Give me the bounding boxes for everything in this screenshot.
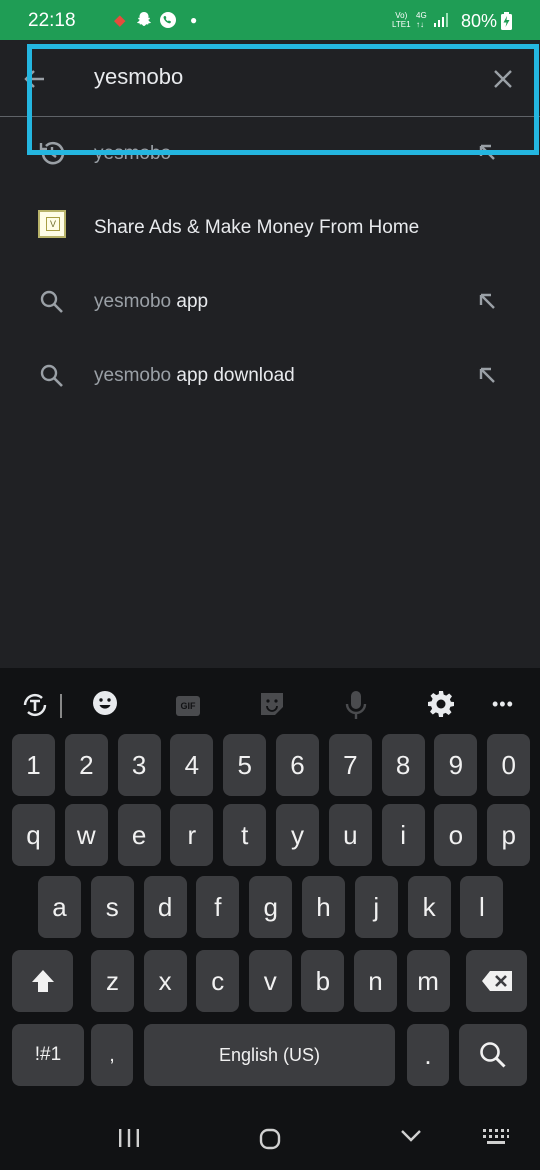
key-5[interactable]: 5 <box>223 734 267 796</box>
space-key[interactable]: English (US) <box>144 1024 395 1086</box>
key-2[interactable]: 2 <box>64 734 108 796</box>
key-s[interactable]: s <box>90 876 134 938</box>
microphone-icon[interactable] <box>345 690 367 725</box>
key-t[interactable]: t <box>223 804 267 866</box>
key-o[interactable]: o <box>434 804 478 866</box>
key-0[interactable]: 0 <box>487 734 531 796</box>
key-f[interactable]: f <box>196 876 240 938</box>
key-z[interactable]: z <box>91 950 134 1012</box>
settings-gear-icon[interactable] <box>427 690 455 723</box>
app-thumbnail-icon: V <box>38 210 66 238</box>
key-i[interactable]: i <box>381 804 425 866</box>
key-c[interactable]: c <box>196 950 240 1012</box>
battery-percent: 80% <box>461 11 498 31</box>
search-icon <box>38 288 66 316</box>
key-j[interactable]: j <box>354 876 398 938</box>
app-notification-icon: ◆ <box>114 12 126 29</box>
translate-icon[interactable] <box>20 690 50 725</box>
suggestion-app-item[interactable]: V Share Ads & Make Money From Home <box>0 190 540 264</box>
symbols-key[interactable]: !#1 <box>12 1024 84 1086</box>
key-h[interactable]: h <box>302 876 345 938</box>
search-key[interactable] <box>459 1024 527 1086</box>
key-3[interactable]: 3 <box>117 734 161 796</box>
highlight-box <box>27 44 539 155</box>
status-bar: 22:18 ◆ ● Vo) LTE1 4G ↑↓ 80% <box>0 0 540 40</box>
emoji-icon[interactable] <box>92 690 118 721</box>
key-a[interactable]: a <box>38 876 81 938</box>
key-4[interactable]: 4 <box>170 734 214 796</box>
toolbar-divider <box>60 694 62 718</box>
key-6[interactable]: 6 <box>276 734 319 796</box>
search-icon <box>38 362 66 390</box>
suggestion-search-item[interactable]: yesmobo app download <box>0 338 540 412</box>
snapchat-icon <box>136 11 152 31</box>
key-x[interactable]: x <box>143 950 187 1012</box>
suggestion-text: yesmobo app <box>94 291 209 312</box>
key-7[interactable]: 7 <box>328 734 372 796</box>
key-p[interactable]: p <box>487 804 531 866</box>
signal-icon <box>434 13 452 32</box>
key-d[interactable]: d <box>143 876 187 938</box>
fill-query-arrow-icon[interactable] <box>474 288 500 314</box>
comma-key[interactable]: , <box>91 1024 133 1086</box>
key-9[interactable]: 9 <box>434 734 478 796</box>
key-b[interactable]: b <box>301 950 345 1012</box>
home-icon[interactable] <box>259 1128 281 1155</box>
hide-keyboard-icon[interactable] <box>400 1128 422 1149</box>
key-y[interactable]: y <box>276 804 319 866</box>
battery-charging-icon <box>501 12 512 35</box>
navigation-bar <box>0 1106 540 1170</box>
key-k[interactable]: k <box>407 876 451 938</box>
more-notifications-dot: ● <box>190 13 198 27</box>
gif-icon[interactable]: GIF <box>176 696 200 716</box>
keyboard-switch-icon[interactable] <box>482 1128 510 1151</box>
more-options-icon[interactable]: ••• <box>492 694 514 715</box>
key-l[interactable]: l <box>460 876 504 938</box>
key-n[interactable]: n <box>354 950 397 1012</box>
key-8[interactable]: 8 <box>381 734 425 796</box>
backspace-key[interactable] <box>466 950 527 1012</box>
key-e[interactable]: e <box>117 804 161 866</box>
key-w[interactable]: w <box>64 804 108 866</box>
key-m[interactable]: m <box>406 950 450 1012</box>
key-g[interactable]: g <box>249 876 293 938</box>
key-q[interactable]: q <box>12 804 55 866</box>
fill-query-arrow-icon[interactable] <box>474 362 500 388</box>
recent-apps-icon[interactable] <box>118 1128 140 1153</box>
whatsapp-icon <box>159 11 177 33</box>
sticker-icon[interactable] <box>258 690 286 723</box>
keyboard: GIF ••• 1234567890 qwertyuiop asdfghjkl … <box>0 668 540 1170</box>
period-key[interactable]: . <box>407 1024 449 1086</box>
keyboard-toolbar: GIF ••• <box>0 668 540 744</box>
key-1[interactable]: 1 <box>12 734 55 796</box>
key-r[interactable]: r <box>170 804 214 866</box>
key-u[interactable]: u <box>328 804 372 866</box>
key-v[interactable]: v <box>248 950 292 1012</box>
volte-indicator: Vo) LTE1 <box>392 11 411 29</box>
network-type-indicator: 4G ↑↓ <box>416 11 427 29</box>
suggestion-search-item[interactable]: yesmobo app <box>0 264 540 338</box>
suggestion-text: Share Ads & Make Money From Home <box>94 217 420 238</box>
status-time: 22:18 <box>28 10 76 31</box>
suggestion-text: yesmobo app download <box>94 365 295 386</box>
shift-key[interactable] <box>12 950 73 1012</box>
